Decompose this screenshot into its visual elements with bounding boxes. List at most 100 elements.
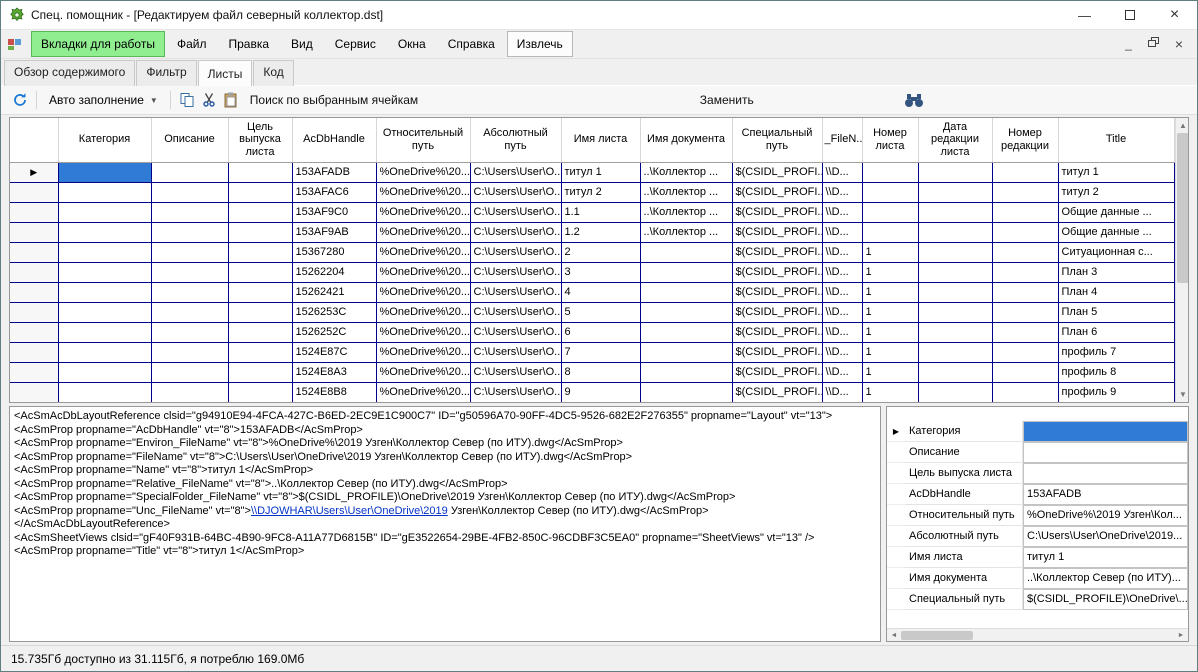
grid-cell[interactable]: %OneDrive%\20...: [376, 322, 470, 342]
grid-cell[interactable]: [918, 382, 992, 402]
column-header[interactable]: AcDbHandle: [292, 118, 376, 162]
grid-cell[interactable]: C:\Users\User\O...: [470, 202, 561, 222]
grid-cell[interactable]: %OneDrive%\20...: [376, 262, 470, 282]
grid-cell[interactable]: [918, 302, 992, 322]
grid-cell[interactable]: \\D...: [822, 202, 862, 222]
grid-cell[interactable]: [228, 362, 292, 382]
grid-cell[interactable]: [228, 262, 292, 282]
property-value[interactable]: ..\Коллектор Север (по ИТУ)...: [1023, 568, 1188, 589]
tab-item[interactable]: Код: [253, 60, 293, 86]
row-selector[interactable]: [10, 322, 58, 342]
grid-cell[interactable]: C:\Users\User\O...: [470, 242, 561, 262]
property-horizontal-scrollbar[interactable]: ◄ ►: [887, 628, 1188, 641]
grid-cell[interactable]: %OneDrive%\20...: [376, 302, 470, 322]
column-header[interactable]: Имя листа: [561, 118, 640, 162]
grid-cell[interactable]: [228, 222, 292, 242]
grid-cell[interactable]: 153AFADB: [292, 162, 376, 182]
grid-cell[interactable]: %OneDrive%\20...: [376, 162, 470, 182]
grid-cell[interactable]: 15367280: [292, 242, 376, 262]
tab-item[interactable]: Фильтр: [136, 60, 196, 86]
column-header[interactable]: Цель выпуска листа: [228, 118, 292, 162]
grid-cell[interactable]: C:\Users\User\O...: [470, 302, 561, 322]
grid-cell[interactable]: \\D...: [822, 342, 862, 362]
grid-cell[interactable]: %OneDrive%\20...: [376, 362, 470, 382]
grid-cell[interactable]: [862, 202, 918, 222]
grid-cell[interactable]: $(CSIDL_PROFI...: [732, 362, 822, 382]
grid-cell[interactable]: [228, 382, 292, 402]
grid-cell[interactable]: $(CSIDL_PROFI...: [732, 182, 822, 202]
grid-cell[interactable]: [151, 162, 228, 182]
column-header[interactable]: Имя документа: [640, 118, 732, 162]
grid-cell[interactable]: [58, 162, 151, 182]
grid-cell[interactable]: [228, 282, 292, 302]
grid-cell[interactable]: титул 1: [1058, 162, 1174, 182]
grid-cell[interactable]: [918, 262, 992, 282]
grid-cell[interactable]: %OneDrive%\20...: [376, 282, 470, 302]
grid-cell[interactable]: [992, 302, 1058, 322]
column-header[interactable]: Номер листа: [862, 118, 918, 162]
property-value[interactable]: 153AFADB: [1023, 484, 1188, 505]
mdi-close-button[interactable]: ×: [1175, 36, 1183, 52]
grid-cell[interactable]: [228, 302, 292, 322]
row-selector[interactable]: [10, 182, 58, 202]
row-selector[interactable]: [10, 302, 58, 322]
grid-cell[interactable]: [992, 242, 1058, 262]
property-value[interactable]: титул 1: [1023, 547, 1188, 568]
grid-cell[interactable]: \\D...: [822, 262, 862, 282]
grid-cell[interactable]: [992, 162, 1058, 182]
grid-cell[interactable]: [862, 222, 918, 242]
grid-cell[interactable]: Ситуационная с...: [1058, 242, 1174, 262]
grid-cell[interactable]: 8: [561, 362, 640, 382]
grid-cell[interactable]: [58, 262, 151, 282]
grid-cell[interactable]: [228, 322, 292, 342]
grid-cell[interactable]: [58, 382, 151, 402]
grid-cell[interactable]: $(CSIDL_PROFI...: [732, 342, 822, 362]
grid-cell[interactable]: 1: [862, 282, 918, 302]
grid-cell[interactable]: 153AFAC6: [292, 182, 376, 202]
grid-cell[interactable]: C:\Users\User\O...: [470, 162, 561, 182]
grid-cell[interactable]: [151, 302, 228, 322]
tab-active[interactable]: Листы: [198, 60, 253, 86]
replace-input[interactable]: Заменить: [694, 93, 899, 107]
grid-cell[interactable]: 1524E87C: [292, 342, 376, 362]
search-cells-input[interactable]: Поиск по выбранным ячейкам: [242, 93, 694, 107]
menu-item[interactable]: Извлечь: [507, 31, 573, 57]
grid-cell[interactable]: 1.1: [561, 202, 640, 222]
property-value[interactable]: [1023, 442, 1188, 463]
grid-cell[interactable]: 1.2: [561, 222, 640, 242]
grid-cell[interactable]: 153AF9C0: [292, 202, 376, 222]
grid-cell[interactable]: [992, 362, 1058, 382]
grid-cell[interactable]: C:\Users\User\O...: [470, 322, 561, 342]
find-button[interactable]: [903, 89, 925, 111]
row-selector[interactable]: ▶: [10, 162, 58, 182]
menu-item[interactable]: Файл: [167, 31, 217, 57]
grid-cell[interactable]: \\D...: [822, 382, 862, 402]
grid-cell[interactable]: 1: [862, 302, 918, 322]
grid-cell[interactable]: профиль 8: [1058, 362, 1174, 382]
grid-cell[interactable]: [151, 322, 228, 342]
grid-cell[interactable]: [918, 362, 992, 382]
grid-cell[interactable]: [640, 262, 732, 282]
refresh-button[interactable]: [9, 89, 31, 111]
row-selector[interactable]: [10, 342, 58, 362]
scroll-up-icon[interactable]: ▲: [1179, 118, 1187, 133]
grid-cell[interactable]: [862, 162, 918, 182]
grid-cell[interactable]: 1: [862, 362, 918, 382]
grid-cell[interactable]: [58, 202, 151, 222]
grid-cell[interactable]: 9: [561, 382, 640, 402]
grid-cell[interactable]: Общие данные ...: [1058, 222, 1174, 242]
grid-cell[interactable]: [151, 182, 228, 202]
tab-item[interactable]: Обзор содержимого: [4, 60, 135, 86]
grid-cell[interactable]: [640, 302, 732, 322]
column-header[interactable]: _FileN...: [822, 118, 862, 162]
maximize-button[interactable]: [1107, 1, 1152, 29]
grid-cell[interactable]: [151, 342, 228, 362]
grid-cell[interactable]: 153AF9AB: [292, 222, 376, 242]
column-header[interactable]: Title: [1058, 118, 1174, 162]
grid-cell[interactable]: 2: [561, 242, 640, 262]
grid-cell[interactable]: Общие данные ...: [1058, 202, 1174, 222]
grid-cell[interactable]: [228, 202, 292, 222]
grid-cell[interactable]: [918, 162, 992, 182]
grid-cell[interactable]: [992, 322, 1058, 342]
grid-cell[interactable]: [992, 222, 1058, 242]
